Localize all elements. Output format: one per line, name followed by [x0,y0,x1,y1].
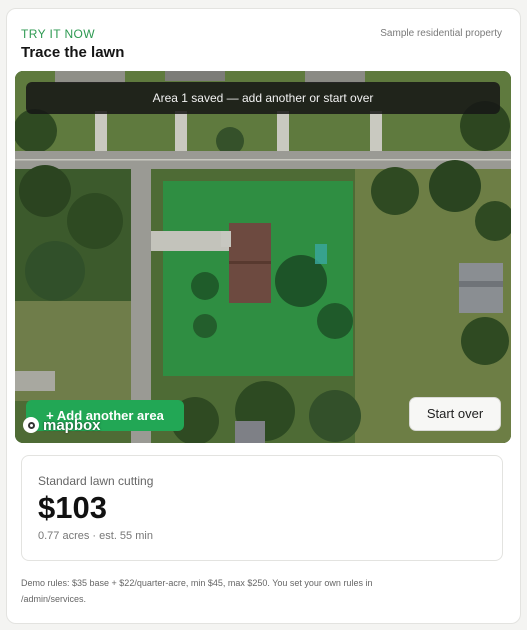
satellite-map[interactable]: Area 1 saved — add another or start over… [15,71,511,443]
satellite-imagery [15,71,511,443]
mapbox-logo-icon [23,417,39,433]
page-title: Trace the lawn [21,44,125,61]
price-quote-box: Standard lawn cutting $103 0.77 acres · … [21,455,503,561]
try-it-now-label: TRY IT NOW [21,27,96,41]
mapbox-attribution[interactable]: mapbox [23,415,101,435]
sample-property-label: Sample residential property [380,28,502,39]
area-saved-toast: Area 1 saved — add another or start over [26,82,500,114]
mapbox-label: mapbox [43,416,101,434]
service-name: Standard lawn cutting [38,474,154,488]
lawn-quote-card: TRY IT NOW Sample residential property T… [6,8,521,624]
demo-rules-text: Demo rules: $35 base + $22/quarter-acre,… [21,578,373,604]
start-over-button[interactable]: Start over [409,397,501,431]
quote-price: $103 [38,490,107,525]
quote-details: 0.77 acres · est. 55 min [38,530,153,542]
